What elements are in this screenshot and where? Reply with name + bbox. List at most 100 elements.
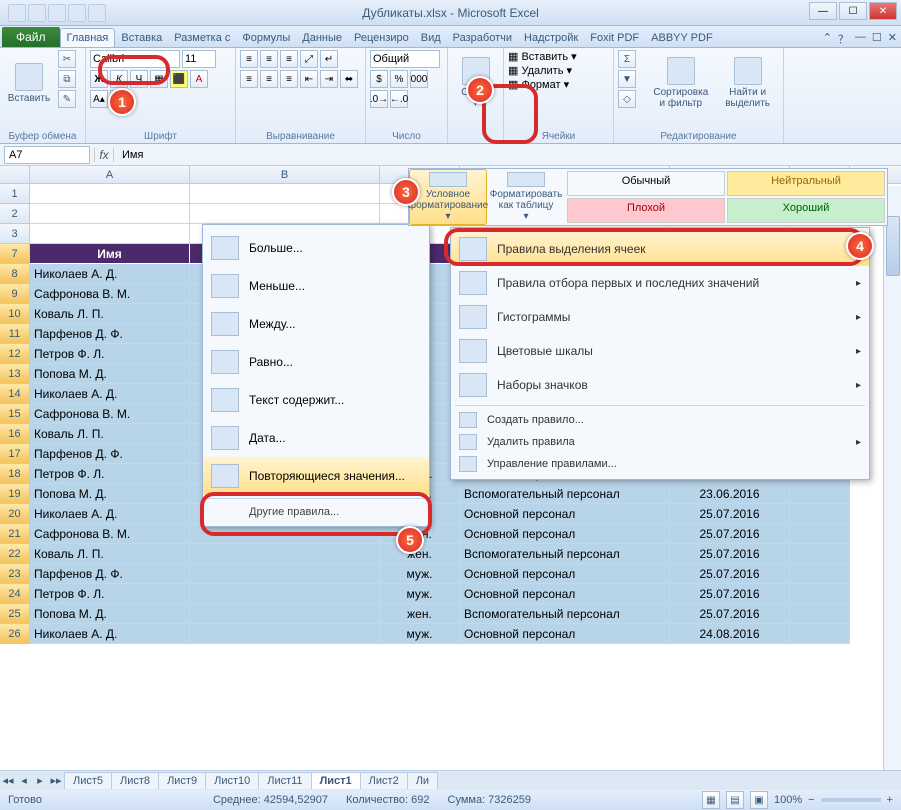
rule-between[interactable]: Между... (203, 305, 429, 343)
sheet-nav-last[interactable]: ▸▸ (48, 774, 64, 787)
number-format-combo[interactable]: Общий (370, 50, 440, 68)
file-tab[interactable]: Файл (2, 27, 60, 47)
table-row[interactable]: 20 Николаев А. Д. муж. Основной персонал… (0, 504, 901, 524)
doc-min-icon[interactable]: — (855, 31, 866, 47)
align-bot-icon[interactable]: ≡ (280, 50, 298, 68)
row-header[interactable]: 3 (0, 224, 30, 244)
fx-icon[interactable]: fx (94, 148, 114, 162)
ribbon-min-icon[interactable]: ⌃ (823, 31, 832, 47)
tab-layout[interactable]: Разметка с (168, 29, 236, 47)
row-header[interactable]: 8 (0, 264, 30, 284)
tab-developer[interactable]: Разработчи (447, 29, 518, 47)
grow-font-icon[interactable]: A▴ (90, 90, 108, 108)
font-name-combo[interactable]: Calibri (90, 50, 180, 68)
border-button[interactable]: ▦ (150, 70, 168, 88)
currency-icon[interactable]: $ (370, 70, 388, 88)
fill-color-button[interactable]: ⬛ (170, 70, 188, 88)
name-box[interactable]: A7 (4, 146, 90, 164)
orientation-icon[interactable]: ⤢ (300, 50, 318, 68)
align-center-icon[interactable]: ≡ (260, 70, 278, 88)
rule-less-than[interactable]: Меньше... (203, 267, 429, 305)
col-A[interactable]: A (30, 166, 190, 183)
cf-top-bottom-rules[interactable]: Правила отбора первых и последних значен… (451, 266, 869, 300)
table-row[interactable]: 19 Попова М. Д. жен. Вспомогательный пер… (0, 484, 901, 504)
undo-icon[interactable] (48, 4, 66, 22)
doc-close-icon[interactable]: ✕ (888, 31, 897, 47)
row-header[interactable]: 19 (0, 484, 30, 504)
sheet-tab[interactable]: Лист8 (111, 772, 159, 789)
rule-greater-than[interactable]: Больше... (203, 229, 429, 267)
zoom-in-icon[interactable]: + (887, 794, 893, 806)
row-header[interactable]: 18 (0, 464, 30, 484)
maximize-button[interactable]: ☐ (839, 2, 867, 20)
row-header[interactable]: 24 (0, 584, 30, 604)
align-mid-icon[interactable]: ≡ (260, 50, 278, 68)
zoom-slider[interactable] (821, 798, 881, 802)
tab-data[interactable]: Данные (296, 29, 348, 47)
cell-style-normal[interactable]: Обычный (567, 171, 725, 196)
tab-insert[interactable]: Вставка (115, 29, 168, 47)
cell-style-good[interactable]: Хороший (727, 198, 885, 223)
sheet-tab[interactable]: Лист10 (205, 772, 259, 789)
autosum-icon[interactable]: Σ (618, 50, 636, 68)
row-header[interactable]: 26 (0, 624, 30, 644)
tab-home[interactable]: Главная (60, 28, 116, 47)
wrap-text-icon[interactable]: ↵ (320, 50, 338, 68)
align-right-icon[interactable]: ≡ (280, 70, 298, 88)
cell-style-bad[interactable]: Плохой (567, 198, 725, 223)
format-painter-icon[interactable]: ✎ (58, 90, 76, 108)
inc-decimal-icon[interactable]: .0→ (370, 90, 388, 108)
cf-color-scales[interactable]: Цветовые шкалы▸ (451, 334, 869, 368)
row-header[interactable]: 2 (0, 204, 30, 224)
table-row[interactable]: 21 Сафронова В. М. жен. Основной персона… (0, 524, 901, 544)
table-row[interactable]: 26 Николаев А. Д. муж. Основной персонал… (0, 624, 901, 644)
cells-insert[interactable]: ▦ Вставить ▾ (508, 50, 577, 63)
cf-clear-rules[interactable]: Удалить правила▸ (451, 431, 869, 453)
row-header[interactable]: 12 (0, 344, 30, 364)
find-select-button[interactable]: Найти и выделить (716, 50, 779, 116)
cell-style-neutral[interactable]: Нейтральный (727, 171, 885, 196)
row-header[interactable]: 20 (0, 504, 30, 524)
copy-icon[interactable]: ⧉ (58, 70, 76, 88)
row-header[interactable]: 25 (0, 604, 30, 624)
table-row[interactable]: 25 Попова М. Д. жен. Вспомогательный пер… (0, 604, 901, 624)
align-left-icon[interactable]: ≡ (240, 70, 258, 88)
row-header[interactable]: 14 (0, 384, 30, 404)
table-row[interactable]: 22 Коваль Л. П. жен. Вспомогательный пер… (0, 544, 901, 564)
row-header[interactable]: 17 (0, 444, 30, 464)
fill-icon[interactable]: ▼ (618, 70, 636, 88)
tab-abbyy[interactable]: ABBYY PDF (645, 29, 719, 47)
save-icon[interactable] (28, 4, 46, 22)
select-all-corner[interactable] (0, 166, 30, 183)
sheet-tab[interactable]: Лист9 (158, 772, 206, 789)
excel-icon[interactable] (8, 4, 26, 22)
zoom-level[interactable]: 100% (774, 794, 802, 806)
font-color-button[interactable]: A (190, 70, 208, 88)
indent-inc-icon[interactable]: ⇥ (320, 70, 338, 88)
row-header[interactable]: 13 (0, 364, 30, 384)
zoom-out-icon[interactable]: − (808, 794, 814, 806)
row-header[interactable]: 21 (0, 524, 30, 544)
tab-addins[interactable]: Надстройк (518, 29, 584, 47)
comma-icon[interactable]: 000 (410, 70, 428, 88)
rule-more-rules[interactable]: Другие правила... (203, 502, 429, 522)
table-row[interactable]: 24 Петров Ф. Л. муж. Основной персонал 2… (0, 584, 901, 604)
row-header[interactable]: 1 (0, 184, 30, 204)
view-layout-icon[interactable]: ▤ (726, 791, 744, 809)
format-as-table-button[interactable]: Форматировать как таблицу▾ (487, 169, 565, 225)
sort-filter-button[interactable]: Сортировка и фильтр (649, 50, 712, 116)
cf-highlight-cells-rules[interactable]: Правила выделения ячеек▸ (451, 232, 869, 266)
sheet-tab[interactable]: Лист5 (64, 772, 112, 789)
tab-view[interactable]: Вид (415, 29, 447, 47)
doc-max-icon[interactable]: ☐ (872, 31, 882, 47)
row-header[interactable]: 7 (0, 244, 30, 264)
tab-review[interactable]: Рецензиро (348, 29, 415, 47)
percent-icon[interactable]: % (390, 70, 408, 88)
row-header[interactable]: 16 (0, 424, 30, 444)
cf-new-rule[interactable]: Создать правило... (451, 409, 869, 431)
cf-icon-sets[interactable]: Наборы значков▸ (451, 368, 869, 402)
row-header[interactable]: 11 (0, 324, 30, 344)
sheet-nav-prev[interactable]: ◂ (16, 774, 32, 787)
conditional-formatting-button[interactable]: Условное форматирование▾ (409, 169, 487, 225)
sheet-nav-first[interactable]: ◂◂ (0, 774, 16, 787)
